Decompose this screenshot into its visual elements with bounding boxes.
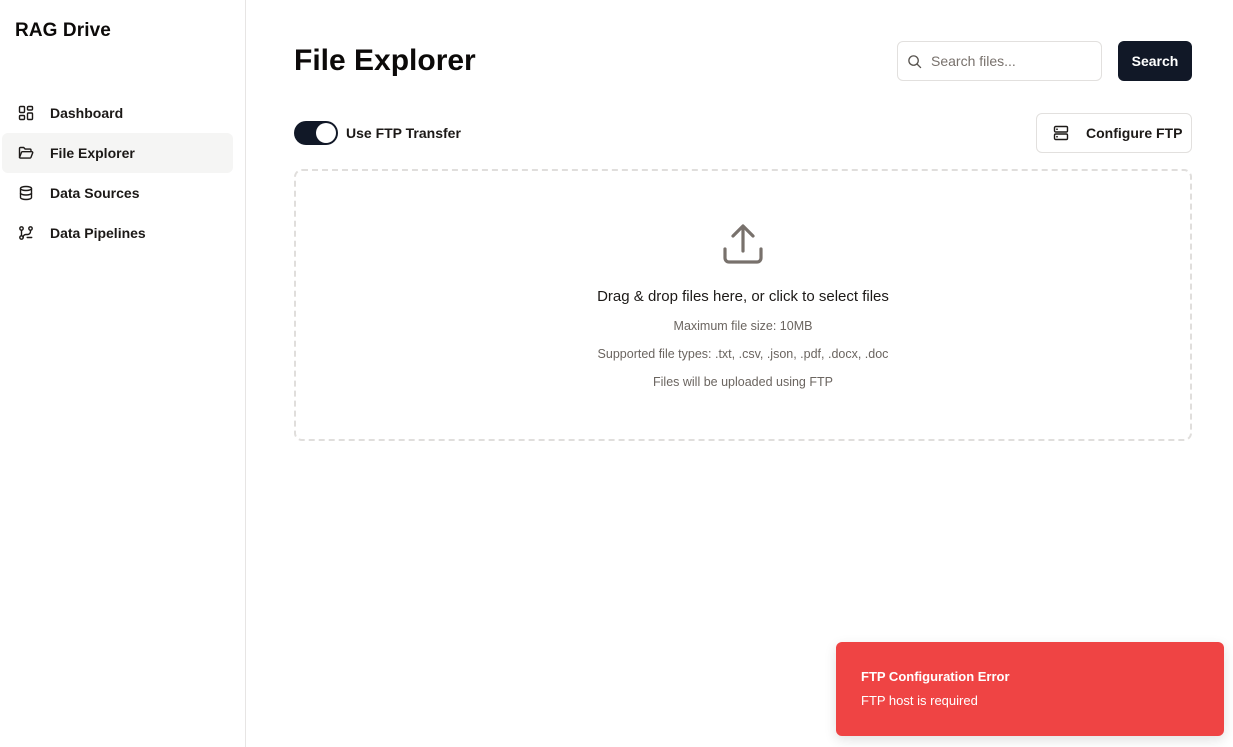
- sidebar-nav: Dashboard File Explorer Data Sources Dat…: [2, 93, 233, 253]
- toggle-knob: [316, 123, 336, 143]
- search-input[interactable]: [931, 53, 1091, 69]
- dropzone-main-text: Drag & drop files here, or click to sele…: [597, 288, 889, 305]
- pipeline-icon: [18, 225, 34, 241]
- sidebar-item-data-sources[interactable]: Data Sources: [2, 173, 233, 213]
- upload-icon: [722, 223, 764, 265]
- sidebar-item-label: File Explorer: [50, 145, 135, 161]
- page-title: File Explorer: [294, 44, 476, 77]
- search-icon: [907, 54, 922, 69]
- server-icon: [1053, 125, 1086, 141]
- sidebar-item-dashboard[interactable]: Dashboard: [2, 93, 233, 133]
- dashboard-icon: [18, 105, 34, 121]
- sidebar-item-label: Data Pipelines: [50, 225, 146, 241]
- file-dropzone[interactable]: Drag & drop files here, or click to sele…: [294, 169, 1192, 441]
- sidebar-item-label: Data Sources: [50, 185, 140, 201]
- error-toast[interactable]: FTP Configuration Error FTP host is requ…: [836, 642, 1224, 736]
- database-icon: [18, 185, 34, 201]
- dropzone-transfer-note: Files will be uploaded using FTP: [653, 375, 833, 389]
- configure-ftp-button[interactable]: Configure FTP: [1036, 113, 1192, 153]
- app-title: RAG Drive: [15, 20, 111, 41]
- sidebar: RAG Drive Dashboard File Explorer Data S…: [0, 0, 246, 747]
- configure-ftp-label: Configure FTP: [1086, 125, 1183, 141]
- sidebar-item-label: Dashboard: [50, 105, 124, 121]
- folder-open-icon: [18, 145, 34, 161]
- toast-description: FTP host is required: [861, 693, 978, 708]
- ftp-transfer-toggle[interactable]: [294, 121, 338, 145]
- search-button[interactable]: Search: [1118, 41, 1192, 81]
- ftp-transfer-label: Use FTP Transfer: [346, 125, 461, 141]
- dropzone-max-size: Maximum file size: 10MB: [673, 319, 813, 333]
- toast-title: FTP Configuration Error: [861, 669, 1010, 684]
- sidebar-item-file-explorer[interactable]: File Explorer: [2, 133, 233, 173]
- dropzone-file-types: Supported file types: .txt, .csv, .json,…: [597, 347, 889, 361]
- sidebar-item-data-pipelines[interactable]: Data Pipelines: [2, 213, 233, 253]
- search-box: [897, 41, 1102, 81]
